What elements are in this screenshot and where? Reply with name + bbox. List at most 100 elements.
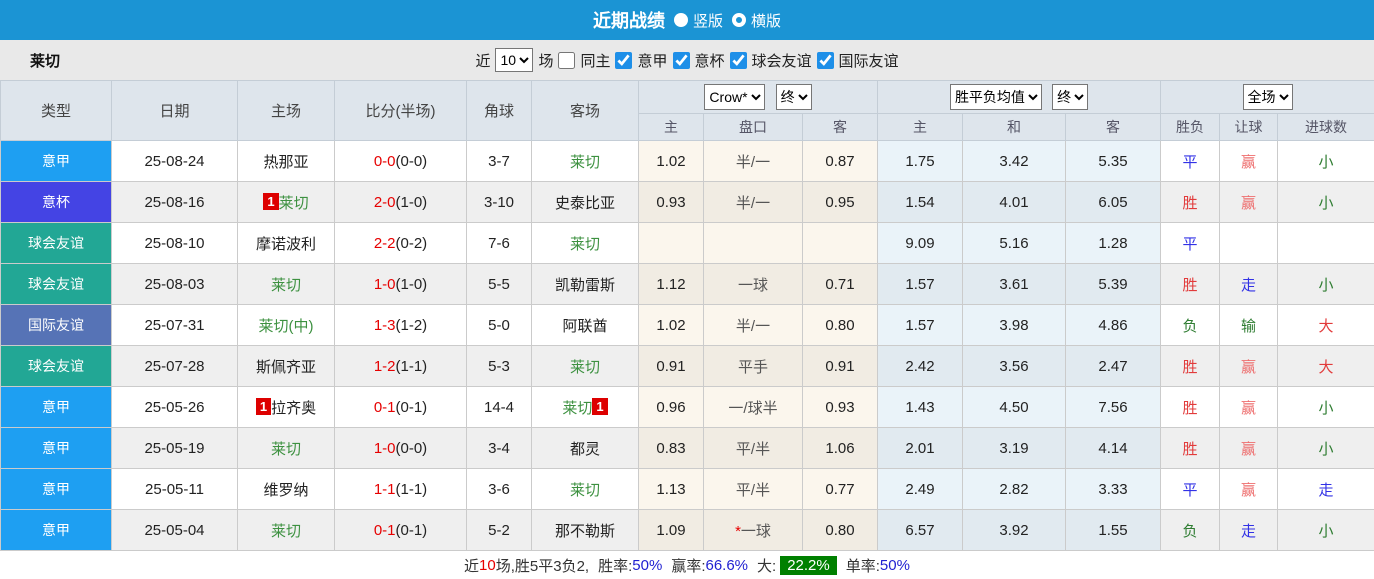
europe-draw-odds: 3.92 xyxy=(963,510,1066,551)
scope-select-cell: 全场 xyxy=(1161,81,1374,114)
team-name: 史泰比亚 xyxy=(555,195,615,212)
team-name: 莱切 xyxy=(570,154,600,171)
scope-select[interactable]: 全场 xyxy=(1243,84,1293,110)
fulltime-score: 0-1 xyxy=(374,399,396,416)
league-checkbox[interactable] xyxy=(615,52,632,69)
handicap-away-odds: 1.06 xyxy=(803,428,878,469)
radio-selected-icon[interactable] xyxy=(732,13,746,27)
europe-draw-odds: 2.82 xyxy=(963,469,1066,510)
league-checkbox[interactable] xyxy=(730,52,747,69)
home-team: 莱切 xyxy=(238,264,335,305)
handicap-result: 输 xyxy=(1220,305,1278,346)
goals-result: 小 xyxy=(1278,264,1374,305)
corners: 5-3 xyxy=(467,346,532,387)
col-header-date: 日期 xyxy=(112,81,238,141)
match-result: 胜 xyxy=(1161,387,1220,428)
match-type-badge: 意甲 xyxy=(1,141,112,182)
radio-horizontal-label: 横版 xyxy=(751,10,781,31)
halftime-score: (0-1) xyxy=(396,522,428,539)
home-team: 莱切 xyxy=(238,428,335,469)
table-header: 类型 日期 主场 比分(半场) 角球 客场 Crow* 终 胜平负均值 终 全场… xyxy=(1,81,1374,141)
handicap-home-odds xyxy=(639,223,704,264)
col-header-corners: 角球 xyxy=(467,81,532,141)
handicap-line: *一球 xyxy=(704,510,803,551)
col-header-home: 主场 xyxy=(238,81,335,141)
score: 1-0(1-0) xyxy=(335,264,467,305)
bookmaker-time-select[interactable]: 终 xyxy=(776,84,812,110)
rank-badge: 1 xyxy=(592,398,607,415)
match-type-badge: 球会友谊 xyxy=(1,223,112,264)
halftime-score: (1-1) xyxy=(396,358,428,375)
sub-header-eu-home: 主 xyxy=(878,114,963,141)
league-checkbox[interactable] xyxy=(673,52,690,69)
star-icon: * xyxy=(735,523,741,540)
match-type-badge: 球会友谊 xyxy=(1,346,112,387)
page-title: 近期战绩 xyxy=(593,7,665,33)
win-rate-value: 50% xyxy=(632,557,662,574)
score: 2-2(0-2) xyxy=(335,223,467,264)
sub-header-ah-away: 客 xyxy=(803,114,878,141)
away-team: 那不勒斯 xyxy=(532,510,639,551)
same-home-label: 同主 xyxy=(580,50,610,71)
europe-home-odds: 2.42 xyxy=(878,346,963,387)
title-bar: 近期战绩 竖版 横版 xyxy=(0,0,1374,40)
away-team: 史泰比亚 xyxy=(532,182,639,223)
match-count-select[interactable]: 10 xyxy=(495,48,533,72)
summary-bar: 近 10 场,胜5平3负2, 胜率: 50% 赢率: 66.6% 大: 22.2… xyxy=(0,551,1374,579)
handicap-result: 赢 xyxy=(1220,346,1278,387)
home-team: 热那亚 xyxy=(238,141,335,182)
home-team: 摩诺波利 xyxy=(238,223,335,264)
match-type-badge: 意杯 xyxy=(1,182,112,223)
fulltime-score: 1-0 xyxy=(374,440,396,457)
same-home-checkbox[interactable] xyxy=(558,52,575,69)
europe-home-odds: 1.54 xyxy=(878,182,963,223)
league-checkbox[interactable] xyxy=(817,52,834,69)
away-team: 凯勒雷斯 xyxy=(532,264,639,305)
table-row: 意甲 25-05-04 莱切 0-1(0-1) 5-2 那不勒斯 1.09 *一… xyxy=(1,510,1374,551)
filter-bar: 莱切 近 10 场 同主 意甲意杯球会友谊国际友谊 xyxy=(0,40,1374,80)
sub-header-ah-home: 主 xyxy=(639,114,704,141)
col-header-score: 比分(半场) xyxy=(335,81,467,141)
handicap-away-odds: 0.93 xyxy=(803,387,878,428)
europe-time-select[interactable]: 终 xyxy=(1052,84,1088,110)
match-date: 25-08-16 xyxy=(112,182,238,223)
goals-result: 小 xyxy=(1278,141,1374,182)
big-rate-label: 大: xyxy=(757,555,776,576)
europe-draw-odds: 3.61 xyxy=(963,264,1066,305)
halftime-score: (0-0) xyxy=(396,153,428,170)
fulltime-score: 1-2 xyxy=(374,358,396,375)
europe-draw-odds: 3.98 xyxy=(963,305,1066,346)
score: 0-0(0-0) xyxy=(335,141,467,182)
league-label: 球会友谊 xyxy=(752,50,812,71)
bookmaker-select[interactable]: Crow* xyxy=(704,84,765,110)
handicap-away-odds: 0.80 xyxy=(803,305,878,346)
layout-radio-vertical[interactable]: 竖版 xyxy=(674,10,723,31)
halftime-score: (0-2) xyxy=(396,235,428,252)
score: 0-1(0-1) xyxy=(335,387,467,428)
summary-prefix: 近 xyxy=(464,555,479,576)
layout-radio-horizontal[interactable]: 横版 xyxy=(732,10,781,31)
radio-unselected-icon[interactable] xyxy=(674,13,688,27)
sub-header-result: 胜负 xyxy=(1161,114,1220,141)
table-row: 国际友谊 25-07-31 莱切(中) 1-3(1-2) 5-0 阿联酋 1.0… xyxy=(1,305,1374,346)
europe-type-select[interactable]: 胜平负均值 xyxy=(950,84,1042,110)
match-type-badge: 意甲 xyxy=(1,469,112,510)
handicap-line: 平手 xyxy=(704,346,803,387)
europe-home-odds: 1.43 xyxy=(878,387,963,428)
goals-result: 小 xyxy=(1278,428,1374,469)
europe-away-odds: 5.35 xyxy=(1066,141,1161,182)
europe-home-odds: 2.01 xyxy=(878,428,963,469)
handicap-home-odds: 1.13 xyxy=(639,469,704,510)
handicap-result: 赢 xyxy=(1220,469,1278,510)
team-name: 热那亚 xyxy=(263,154,308,171)
europe-home-odds: 1.57 xyxy=(878,305,963,346)
sub-header-ah-line: 盘口 xyxy=(704,114,803,141)
corners: 5-5 xyxy=(467,264,532,305)
handicap-result: 赢 xyxy=(1220,387,1278,428)
match-date: 25-05-11 xyxy=(112,469,238,510)
team-name: 莱切 xyxy=(570,482,600,499)
score: 1-2(1-1) xyxy=(335,346,467,387)
goals-result: 大 xyxy=(1278,305,1374,346)
team-name: 莱切 xyxy=(271,523,301,540)
match-result: 胜 xyxy=(1161,346,1220,387)
